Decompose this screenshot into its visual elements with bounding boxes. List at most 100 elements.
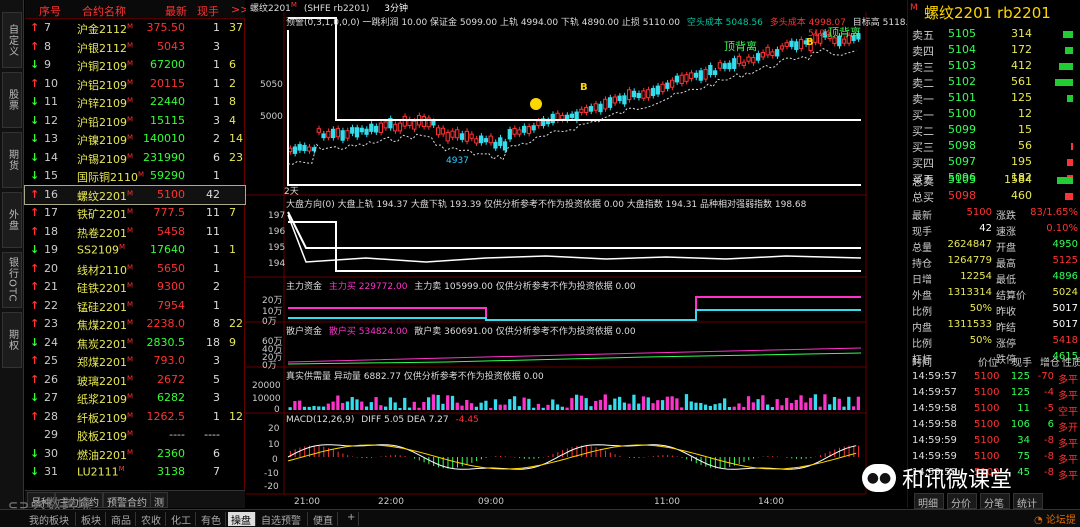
p5-y-10000: 10000: [252, 394, 281, 404]
status-tab-1[interactable]: 板块: [78, 512, 106, 527]
quote-value: 5418: [1052, 335, 1078, 346]
status-tab-0[interactable]: 我的板块: [26, 512, 76, 527]
current-volume: ----: [204, 428, 220, 441]
supply-demand-bar: [321, 406, 326, 410]
last-price: 140010: [143, 132, 185, 145]
quote-label: 速涨: [996, 227, 1016, 238]
col-header-vol[interactable]: 现手: [197, 3, 219, 19]
status-add-button[interactable]: +: [344, 512, 360, 526]
col-header-price[interactable]: 最新: [165, 3, 187, 19]
tick-price: 5100: [974, 419, 1000, 430]
last-price: 2830.5: [146, 335, 186, 349]
supply-demand-bar: [847, 396, 851, 410]
extra-column: 7: [229, 206, 236, 219]
list-item[interactable]: ↑ 25 郑煤2201M 793.0 3: [25, 352, 245, 370]
supply-demand-bar: [766, 404, 770, 410]
period-selector[interactable]: 3分钟: [384, 4, 408, 14]
list-item[interactable]: ↓ 19 SS2109M 17640 1 1: [25, 241, 245, 259]
panel6-info: MACD(12,26,9) DIFF 5.05 DEA 7.27 -4.45: [286, 415, 479, 425]
list-item[interactable]: ↑ 23 焦煤2201M 2238.0 8 22: [25, 315, 245, 333]
list-item[interactable]: ↓ 30 燃油2201M 2360 6: [25, 445, 245, 463]
contract-name: 锰硅2201M: [77, 299, 139, 315]
quote-label: 最新: [912, 211, 932, 222]
p6-y-m10: -10: [264, 469, 279, 479]
supply-demand-bar: [851, 406, 856, 410]
list-item[interactable]: ↓ 12 沪铅2109M 15115 3 4: [25, 112, 245, 130]
contract-mark: M: [118, 243, 126, 251]
p4-sell: 散户卖 360691.00 仅供分析参考不作为投资依据 0.00: [414, 327, 636, 337]
status-tab-5[interactable]: 有色: [198, 512, 226, 527]
side-tab-0[interactable]: 自定义: [2, 12, 22, 68]
supply-demand-bar: [842, 406, 846, 410]
candle-body: [693, 72, 699, 78]
current-volume: 18: [206, 335, 220, 349]
contract-name-text: 锰硅2201: [77, 300, 127, 314]
candle-body: [689, 72, 694, 80]
supply-demand-bar: [422, 401, 426, 410]
supply-demand-bar: [756, 399, 760, 410]
contract-name-text: 沪镍2109: [77, 134, 127, 147]
list-item[interactable]: ↑ 7 沪金2112M 375.50 1 37: [25, 19, 245, 37]
forum-link[interactable]: ◔ 论坛提问: [1034, 511, 1080, 527]
status-tab-6[interactable]: 操盘: [228, 512, 256, 527]
status-tab-2[interactable]: 商品: [108, 512, 136, 527]
candle-body: [603, 98, 608, 110]
list-item[interactable]: ↑ 16 螺纹2201M 5100 42: [24, 184, 246, 205]
status-tab-7[interactable]: 自选预警: [258, 512, 308, 527]
quote-cell: 现手 42: [908, 221, 994, 238]
supply-demand-bar: [723, 398, 727, 410]
list-item[interactable]: ↑ 17 铁矿2201M 777.5 11 7: [25, 204, 245, 222]
supply-demand-bar: [493, 399, 498, 410]
list-item[interactable]: ↓ 9 沪铜2109M 67200 1 6: [25, 56, 245, 74]
list-item[interactable]: ↑ 22 锰硅2201M 7954 1: [25, 297, 245, 315]
side-tab-2[interactable]: 期货: [2, 132, 22, 188]
list-item[interactable]: ↓ 15 国际铜2110M 59290 1: [25, 167, 245, 185]
order-level-label: 买四: [912, 157, 934, 170]
y-label-5050: 5050: [260, 80, 283, 90]
contract-name: 硅铁2201M: [77, 280, 139, 296]
col-header-no[interactable]: 序号: [39, 3, 61, 19]
direction-arrow-icon: ↑: [30, 39, 40, 53]
contract-name: 沪铝2109M: [77, 77, 139, 93]
supply-demand-bar: [856, 396, 860, 410]
chart-area[interactable]: 螺纹2201M (SHFE rb2201) 3分钟 预警(0,3,1,0,0,0…: [246, 0, 920, 508]
list-item[interactable]: ↓ 31 LU2111M 3138 7: [25, 463, 245, 481]
list-tab-2[interactable]: 预警合约: [103, 492, 151, 509]
p3-y-0w: 0万: [262, 317, 277, 327]
list-item[interactable]: ↓ 13 沪镍2109M 140010 2 14: [25, 130, 245, 148]
tick-row: 14:59:58 5100 106 6 多开: [908, 417, 1080, 434]
row-number: 19: [44, 243, 58, 256]
status-tab-8[interactable]: 便直: [310, 512, 338, 527]
supply-demand-bar: [732, 406, 736, 410]
p5-y-20000: 20000: [252, 381, 281, 391]
list-item[interactable]: ↑ 10 沪铝2109M 20115 1 2: [25, 75, 245, 93]
list-item[interactable]: ↓ 14 沪锡2109M 231990 6 23: [25, 149, 245, 167]
status-tab-4[interactable]: 化工: [168, 512, 196, 527]
side-tab-4[interactable]: 银行OTC: [2, 252, 22, 308]
list-item[interactable]: ↑ 21 硅铁2201M 9300 2: [25, 278, 245, 296]
list-item[interactable]: 29 胶板2109M ---- ----: [25, 426, 245, 444]
order-book-row: 买四 5097 195: [908, 154, 1080, 170]
supply-demand-bar: [532, 407, 536, 410]
list-item[interactable]: ↑ 20 线材2110M 5650 1: [25, 260, 245, 278]
col-header-name[interactable]: 合约名称: [82, 3, 126, 19]
list-item[interactable]: ↓ 27 纸浆2109M 6282 3: [25, 389, 245, 407]
list-item[interactable]: ↑ 8 沪银2112M 5043 3: [25, 38, 245, 56]
candle-body: [326, 130, 331, 138]
side-tab-5[interactable]: 期权: [2, 312, 22, 368]
list-tab-3[interactable]: 测: [150, 492, 168, 509]
list-item[interactable]: ↑ 28 纤板2109M 1262.5 1 12: [25, 408, 245, 426]
order-volume: 195: [1011, 155, 1032, 168]
list-item[interactable]: ↓ 11 沪锌2109M 22440 1 8: [25, 93, 245, 111]
candle-body: [531, 125, 536, 131]
side-tab-3[interactable]: 外盘: [2, 192, 22, 248]
list-item[interactable]: ↑ 18 热卷2201M 5458 11: [25, 223, 245, 241]
list-item[interactable]: ↑ 26 玻璃2201M 2672 5: [25, 371, 245, 389]
row-number: 10: [44, 76, 58, 90]
status-tab-3[interactable]: 农收: [138, 512, 166, 527]
contract-mark: M: [127, 299, 134, 308]
order-volume: 12: [1018, 107, 1032, 120]
side-tab-1[interactable]: 股票: [2, 72, 22, 128]
list-item[interactable]: ↓ 24 焦炭2201M 2830.5 18 9: [25, 334, 245, 352]
p6-y-m20: -20: [264, 482, 279, 492]
